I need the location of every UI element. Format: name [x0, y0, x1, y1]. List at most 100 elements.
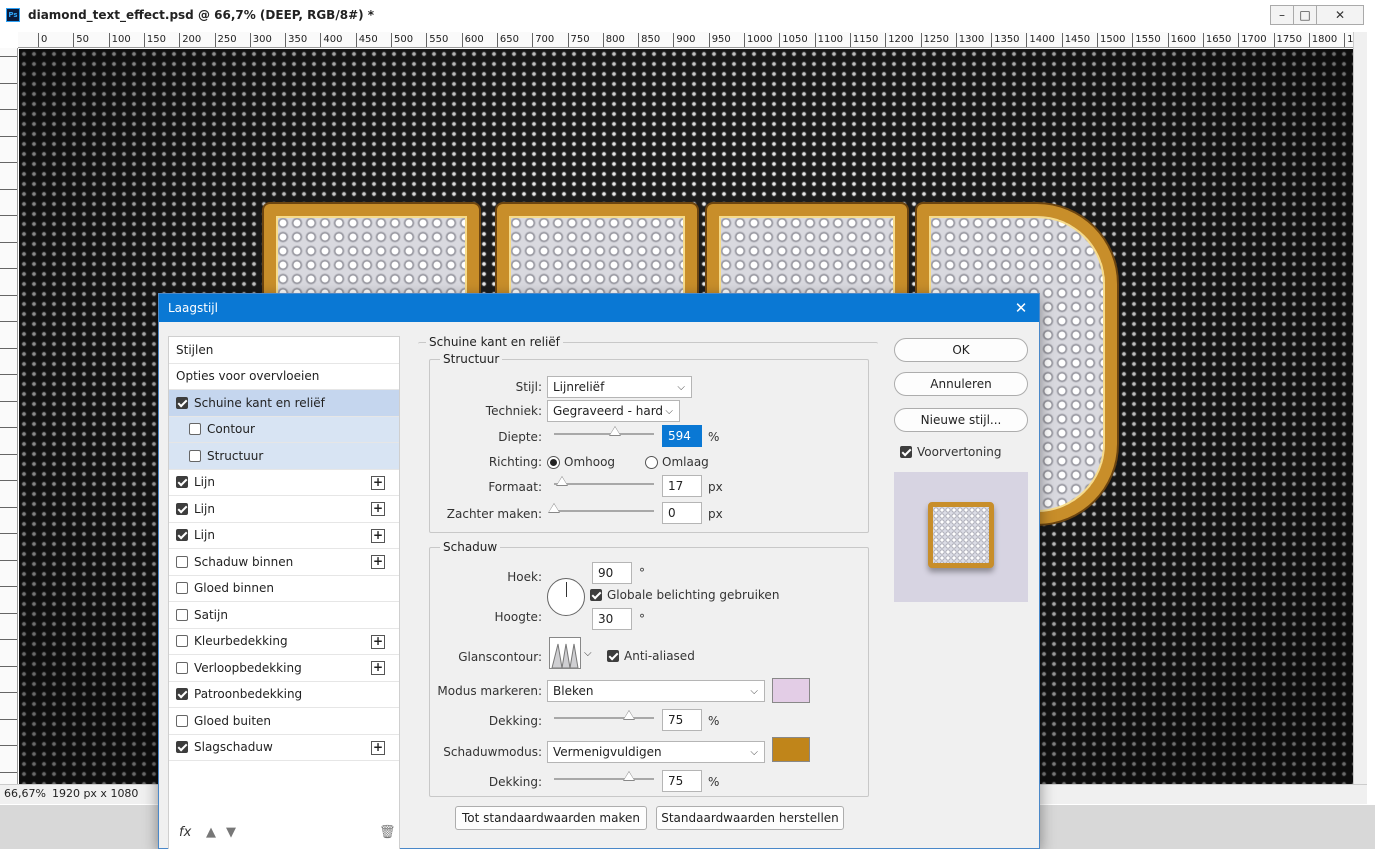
trash-icon[interactable]: 🗑 [379, 825, 396, 840]
style-checkbox[interactable] [176, 502, 188, 515]
style-item[interactable]: Contour [169, 416, 399, 443]
add-style-icon[interactable]: + [371, 634, 385, 649]
make-default-button[interactable]: Tot standaardwaarden maken [455, 806, 647, 830]
altitude-input[interactable]: 30 [592, 608, 632, 630]
style-checkbox[interactable] [176, 608, 188, 621]
technique-label: Techniek: [485, 404, 542, 418]
size-slider[interactable] [554, 476, 654, 486]
style-item[interactable]: Gloed buiten [169, 708, 399, 735]
highlight-opacity-slider[interactable] [554, 710, 654, 720]
styles-list: Stijlen Opties voor overvloeien Schuine … [168, 336, 400, 849]
depth-slider-thumb[interactable] [609, 426, 621, 436]
move-up-icon[interactable]: ▲ [206, 825, 216, 840]
soften-slider-thumb[interactable] [548, 503, 560, 513]
soften-slider[interactable] [548, 503, 654, 513]
highlight-mode-select[interactable]: Bleken ⌵ [547, 680, 765, 702]
chevron-down-icon: ⌵ [750, 686, 758, 697]
style-checkbox[interactable] [176, 396, 188, 409]
move-down-icon[interactable]: ▼ [226, 825, 236, 840]
add-style-icon[interactable]: + [371, 475, 385, 490]
highlight-color-swatch[interactable] [772, 678, 810, 703]
shadow-opacity-slider[interactable] [554, 771, 654, 781]
reset-default-button[interactable]: Standaardwaarden herstellen [656, 806, 844, 830]
styles-panel-footer: fx ▲ ▼ 🗑 [169, 823, 399, 843]
style-item[interactable]: Structuur [169, 443, 399, 470]
style-checkbox[interactable] [189, 449, 201, 462]
ruler-tick [0, 268, 17, 282]
soften-input[interactable]: 0 [662, 502, 702, 524]
shadow-opacity-input[interactable]: 75 [662, 770, 702, 792]
fx-icon[interactable]: fx [179, 825, 191, 840]
style-item[interactable]: Patroonbedekking [169, 682, 399, 708]
style-item[interactable]: Verloopbedekking + [169, 655, 399, 682]
gloss-contour-picker[interactable] [549, 637, 581, 669]
add-style-icon[interactable]: + [371, 502, 385, 516]
style-checkbox[interactable] [176, 555, 188, 568]
new-style-button[interactable]: Nieuwe stijl... [894, 408, 1028, 432]
add-style-icon[interactable]: + [371, 661, 385, 675]
style-item[interactable]: Schuine kant en reliëf [169, 390, 399, 417]
style-select[interactable]: Lijnreliëf ⌵ [547, 376, 692, 398]
zoom-level[interactable]: 66,67% [4, 785, 46, 804]
chevron-down-icon: ⌵ [750, 747, 758, 758]
close-window-button[interactable]: ✕ [1316, 5, 1364, 25]
cancel-button[interactable]: Annuleren [894, 372, 1028, 396]
shadow-color-swatch[interactable] [772, 737, 810, 762]
angle-dial[interactable] [547, 578, 585, 616]
document-title: diamond_text_effect.psd @ 66,7% (DEEP, R… [28, 8, 375, 22]
depth-input[interactable]: 594 [662, 425, 702, 447]
chevron-down-icon[interactable]: ⌵ [584, 648, 592, 659]
style-checkbox[interactable] [176, 714, 188, 727]
blending-options[interactable]: Opties voor overvloeien [169, 364, 399, 390]
size-input[interactable]: 17 [662, 475, 702, 497]
anti-aliased-checkbox[interactable] [607, 650, 619, 662]
style-item[interactable]: Slagschaduw + [169, 735, 399, 761]
direction-up-radio[interactable] [547, 456, 560, 469]
ruler-tick-label: 1250 [920, 33, 949, 47]
style-checkbox[interactable] [176, 688, 188, 701]
style-item[interactable]: Gloed binnen [169, 576, 399, 602]
minimize-button[interactable]: – [1270, 5, 1294, 25]
style-item[interactable]: Lijn + [169, 470, 399, 496]
style-checkbox[interactable] [176, 661, 188, 674]
horizontal-ruler: 0 50 100 150 200 250 300 350 400 450 500 550 600 650 7… [18, 32, 1363, 48]
ok-button[interactable]: OK [894, 338, 1028, 362]
direction-down-radio[interactable] [645, 456, 658, 469]
shadow-opacity-thumb[interactable] [623, 771, 635, 781]
styles-header[interactable]: Stijlen [169, 337, 399, 364]
style-item[interactable]: Schaduw binnen + [169, 549, 399, 576]
vertical-scrollbar[interactable] [1353, 32, 1367, 784]
ruler-tick-label: 1650 [1202, 33, 1231, 47]
add-style-icon[interactable]: + [371, 555, 385, 569]
depth-slider[interactable] [554, 426, 654, 436]
style-checkbox[interactable] [176, 741, 188, 754]
highlight-opacity-input[interactable]: 75 [662, 709, 702, 731]
ruler-tick [0, 559, 17, 574]
angle-unit: ° [639, 566, 645, 580]
close-icon[interactable]: ✕ [1013, 294, 1029, 322]
style-checkbox[interactable] [176, 476, 188, 489]
add-style-icon[interactable]: + [371, 740, 385, 755]
maximize-button[interactable]: □ [1293, 5, 1317, 25]
style-item[interactable]: Lijn + [169, 496, 399, 523]
style-checkbox[interactable] [189, 423, 201, 436]
preview-checkbox[interactable] [900, 446, 912, 458]
technique-select[interactable]: Gegraveerd - hard ⌵ [547, 400, 680, 422]
style-checkbox[interactable] [176, 635, 188, 648]
dialog-titlebar: Laagstijl ✕ [159, 294, 1039, 322]
size-slider-thumb[interactable] [556, 476, 568, 486]
style-item[interactable]: Lijn + [169, 523, 399, 549]
ruler-tick [0, 321, 17, 335]
size-label: Formaat: [488, 480, 542, 494]
style-item[interactable]: Satijn [169, 602, 399, 629]
style-checkbox[interactable] [176, 529, 188, 542]
style-item[interactable]: Kleurbedekking + [169, 629, 399, 655]
highlight-opacity-thumb[interactable] [623, 710, 635, 720]
angle-input[interactable]: 90 [592, 562, 632, 584]
layer-style-dialog: Laagstijl ✕ Stijlen Opties voor overvloe… [158, 293, 1040, 849]
global-light-checkbox[interactable] [590, 589, 602, 601]
ruler-tick-label: 1400 [1026, 33, 1055, 47]
style-checkbox[interactable] [176, 582, 188, 595]
add-style-icon[interactable]: + [371, 528, 385, 543]
shadow-mode-select[interactable]: Vermenigvuldigen ⌵ [547, 741, 765, 763]
